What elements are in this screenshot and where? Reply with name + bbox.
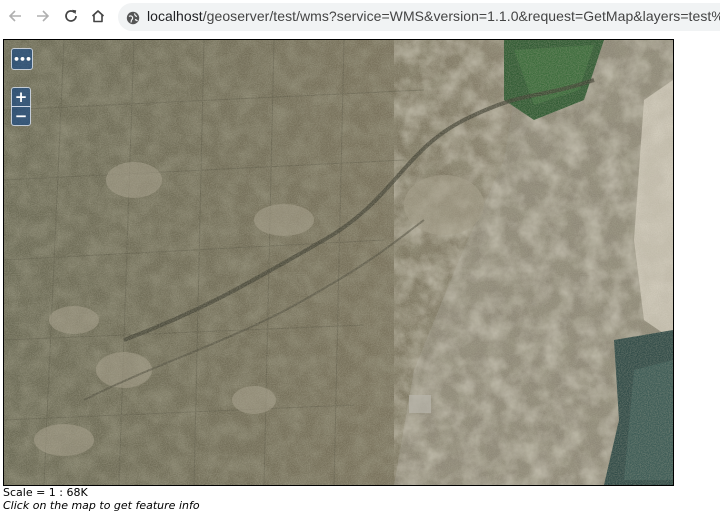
browser-toolbar: localhost/geoserver/test/wms?service=WMS… bbox=[0, 0, 720, 34]
back-arrow-icon[interactable] bbox=[4, 5, 26, 27]
reload-icon[interactable] bbox=[60, 5, 82, 27]
url-host: localhost bbox=[147, 8, 203, 24]
layer-switcher-button[interactable]: ••• bbox=[11, 48, 33, 70]
scale-readout: Scale = 1 : 68K bbox=[3, 486, 88, 499]
satellite-imagery bbox=[4, 40, 673, 485]
url-path: /geoserver/test/wms?service=WMS&version=… bbox=[202, 8, 720, 24]
zoom-in-button[interactable]: + bbox=[11, 87, 31, 107]
url-text[interactable]: localhost/geoserver/test/wms?service=WMS… bbox=[147, 8, 720, 24]
minus-icon: − bbox=[14, 107, 28, 125]
feature-info-hint: Click on the map to get feature info bbox=[3, 499, 200, 512]
map-viewport[interactable]: ••• + − bbox=[3, 39, 674, 486]
plus-icon: + bbox=[14, 88, 28, 106]
layer-switcher-icon: ••• bbox=[12, 52, 32, 66]
site-info-icon[interactable] bbox=[126, 10, 140, 25]
forward-arrow-icon[interactable] bbox=[32, 5, 54, 27]
home-icon[interactable] bbox=[87, 5, 109, 27]
zoom-out-button[interactable]: − bbox=[11, 106, 31, 126]
address-bar[interactable]: localhost/geoserver/test/wms?service=WMS… bbox=[118, 3, 720, 31]
